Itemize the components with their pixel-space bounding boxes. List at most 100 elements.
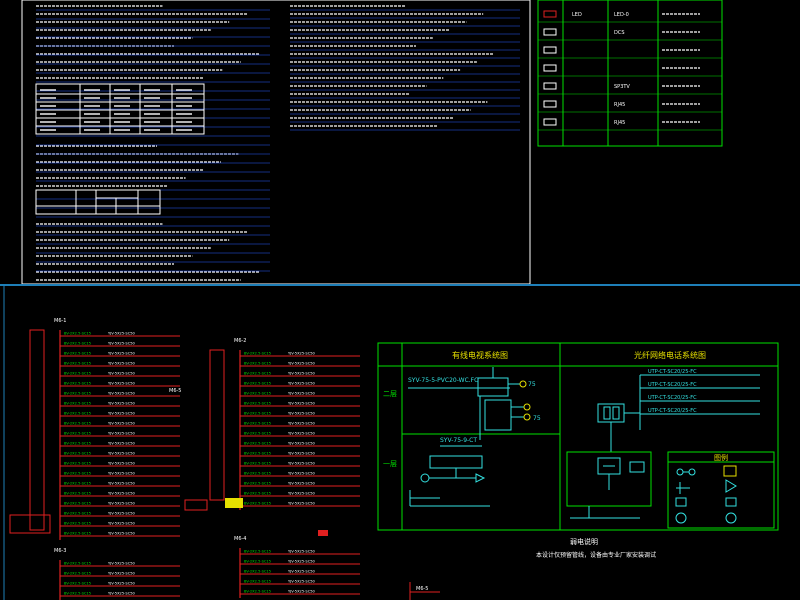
notes-left-column [36,5,270,281]
breaker-label: BV-2X2.5-SC15 [244,382,271,386]
breaker-label: BV-2X2.5-SC15 [64,572,91,576]
feeder-label: YJV-5X25-SC50 [288,492,315,496]
feeder-label: YJV-5X25-SC50 [108,462,135,466]
legend-symbol-icon [543,64,557,72]
panel-label: M6-2 [234,338,246,344]
breaker-label: BV-2X2.5-SC15 [244,452,271,456]
breaker-label: BV-2X2.5-SC15 [64,522,91,526]
breaker-label: BV-2X2.5-SC15 [244,462,271,466]
catv-title: 有线电视系统图 [452,350,508,360]
feeder-label: YJV-5X25-SC50 [288,442,315,446]
phone-outlet-legend-icon [675,497,687,507]
breaker-label: BV-2X2.5-SC15 [64,332,91,336]
feeder-label: YJV-5X25-SC50 [288,372,315,376]
feeder-label: YJV-5X25-SC50 [108,392,135,396]
breaker-label: BV-2X2.5-SC15 [244,560,271,564]
feeder-label: YJV-5X25-SC50 [108,412,135,416]
feeder-label: YJV-5X25-SC50 [108,562,135,566]
feeder-label: YJV-5X25-SC50 [288,570,315,574]
legend-spec: DCS [614,30,625,36]
breaker-label: BV-2X2.5-SC15 [64,392,91,396]
breaker-label: BV-2X2.5-SC15 [64,472,91,476]
fiber-line-label: UTP-CT-SC20/25-FC [648,408,697,414]
breaker-label: BV-2X2.5-SC15 [64,372,91,376]
panel-enclosure [209,349,225,501]
breaker-label: BV-2X2.5-SC15 [64,342,91,346]
legend-rows: LED LED-0 DCS SP3TV RJ45 RJ45 [538,10,722,131]
tap-value-1: 75 [528,381,536,388]
floor-1-label: 一层 [383,460,397,468]
feeder-label: YJV-5X25-SC50 [288,550,315,554]
cad-drawing-canvas: LED LED-0 DCS SP3TV RJ45 RJ45 M6-1 BV-2X2.5-SC… [0,0,800,600]
breaker-label: BV-2X2.5-SC15 [244,502,271,506]
fiber-line-label: UTP-CT-SC20/25-FC [648,395,697,401]
fiber-line-label: UTP-CT-SC20/25-FC [648,369,697,375]
feeder-label: YJV-5X25-SC50 [108,492,135,496]
breaker-label: BV-2X2.5-SC15 [64,492,91,496]
feeder-label: YJV-5X25-SC50 [108,362,135,366]
feeder-label: YJV-5X25-SC50 [288,452,315,456]
feeder-label: YJV-5X25-SC50 [108,402,135,406]
distribution-panel-3: M6-3 BV-2X2.5-SC15 YJV-5X25-SC50 BV-2X2.5-S… [54,548,180,600]
floor-2-label: 二层 [383,390,397,398]
breaker-label: BV-2X2.5-SC15 [64,422,91,426]
ratio-table [35,189,161,215]
breaker-label: BV-2X2.5-SC15 [244,580,271,584]
catv-tap-block [484,399,512,431]
legend-symbol-icon [543,28,557,36]
feeder-label: YJV-5X25-SC50 [288,412,315,416]
breaker-label: BV-2X2.5-SC15 [244,482,271,486]
partial-panel-bottom: M6-5 [409,582,440,600]
legend-symbol-icon [543,100,557,108]
feeder-label: YJV-5X25-SC50 [108,592,135,596]
feeder-label: YJV-5X25-SC50 [108,512,135,516]
breaker-label: BV-2X2.5-SC15 [244,362,271,366]
panel-label: M6-1 [54,318,66,324]
feeder-label: YJV-5X25-SC50 [288,392,315,396]
feeder-label: YJV-5X25-SC50 [288,462,315,466]
catv-main-cable: SYV-75-5-PVC20-WC.FC [408,377,478,384]
notes-sheet [21,0,531,285]
breaker-label: BV-2X2.5-SC15 [244,372,271,376]
feeder-label: YJV-5X25-SC50 [108,372,135,376]
tap-value-2: 75 [533,415,541,422]
catv-amp-cable: SYV-75-9-CT [440,437,477,444]
camera-legend-icon [675,512,687,524]
panel-label: M6-5 [169,388,181,394]
incoming-box [184,499,208,511]
breaker-label: BV-2X2.5-SC15 [64,402,91,406]
legend-spec: LED-0 [614,12,629,18]
cad-drawing: LED LED-0 DCS SP3TV RJ45 RJ45 M6-1 BV-2X2.5-SC… [0,0,800,600]
feeder-label: YJV-5X25-SC50 [288,382,315,386]
breaker-label: BV-2X2.5-SC15 [64,532,91,536]
feeder-label: YJV-5X25-SC50 [108,532,135,536]
feeder-label: YJV-5X25-SC50 [108,482,135,486]
feeder-label: YJV-5X25-SC50 [108,572,135,576]
tv-outlet-icon [519,380,527,388]
feeder-label: YJV-5X25-SC50 [108,422,135,426]
breaker-label: BV-2X2.5-SC15 [244,550,271,554]
legend-symbol-icon [543,118,557,126]
legend-code: LED [572,12,582,18]
breaker-label: BV-2X2.5-SC15 [64,452,91,456]
breaker-label: BV-2X2.5-SC15 [64,482,91,486]
amplifier-legend-icon [725,479,737,493]
breaker-label: BV-2X2.5-SC15 [244,432,271,436]
panel-label: M6-4 [234,536,246,542]
weak-current-frame [377,342,779,531]
weak-note-text: 本设计仅预留管线，设备由专业厂家安装调试 [536,551,656,559]
feeder-label: YJV-5X25-SC50 [288,482,315,486]
feeder-label: YJV-5X25-SC50 [288,352,315,356]
tv-outlet-1f-icon [420,473,430,483]
optical-terminal-box [597,403,625,423]
weak-current-diagram: 有线电视系统图 光纤网络电话系统图 二层 一层 SYV-75-5-PVC20-W… [377,342,779,559]
breaker-label: BV-2X2.5-SC15 [64,562,91,566]
tv-outlet-legend-icon [676,468,684,476]
breaker-label: BV-2X2.5-SC15 [64,362,91,366]
feeder-label: YJV-5X25-SC50 [108,452,135,456]
distribution-panel-4: M6-4 BV-2X2.5-SC15 YJV-5X25-SC50 BV-2X2.5-S… [234,536,360,598]
fiber-line-labels: UTP-CT-SC20/25-FC UTP-CT-SC20/25-FC UTP-CT… [640,369,760,415]
feeder-label: YJV-5X25-SC50 [108,582,135,586]
panel-tag [225,498,243,508]
feeder-label: YJV-5X25-SC50 [108,382,135,386]
